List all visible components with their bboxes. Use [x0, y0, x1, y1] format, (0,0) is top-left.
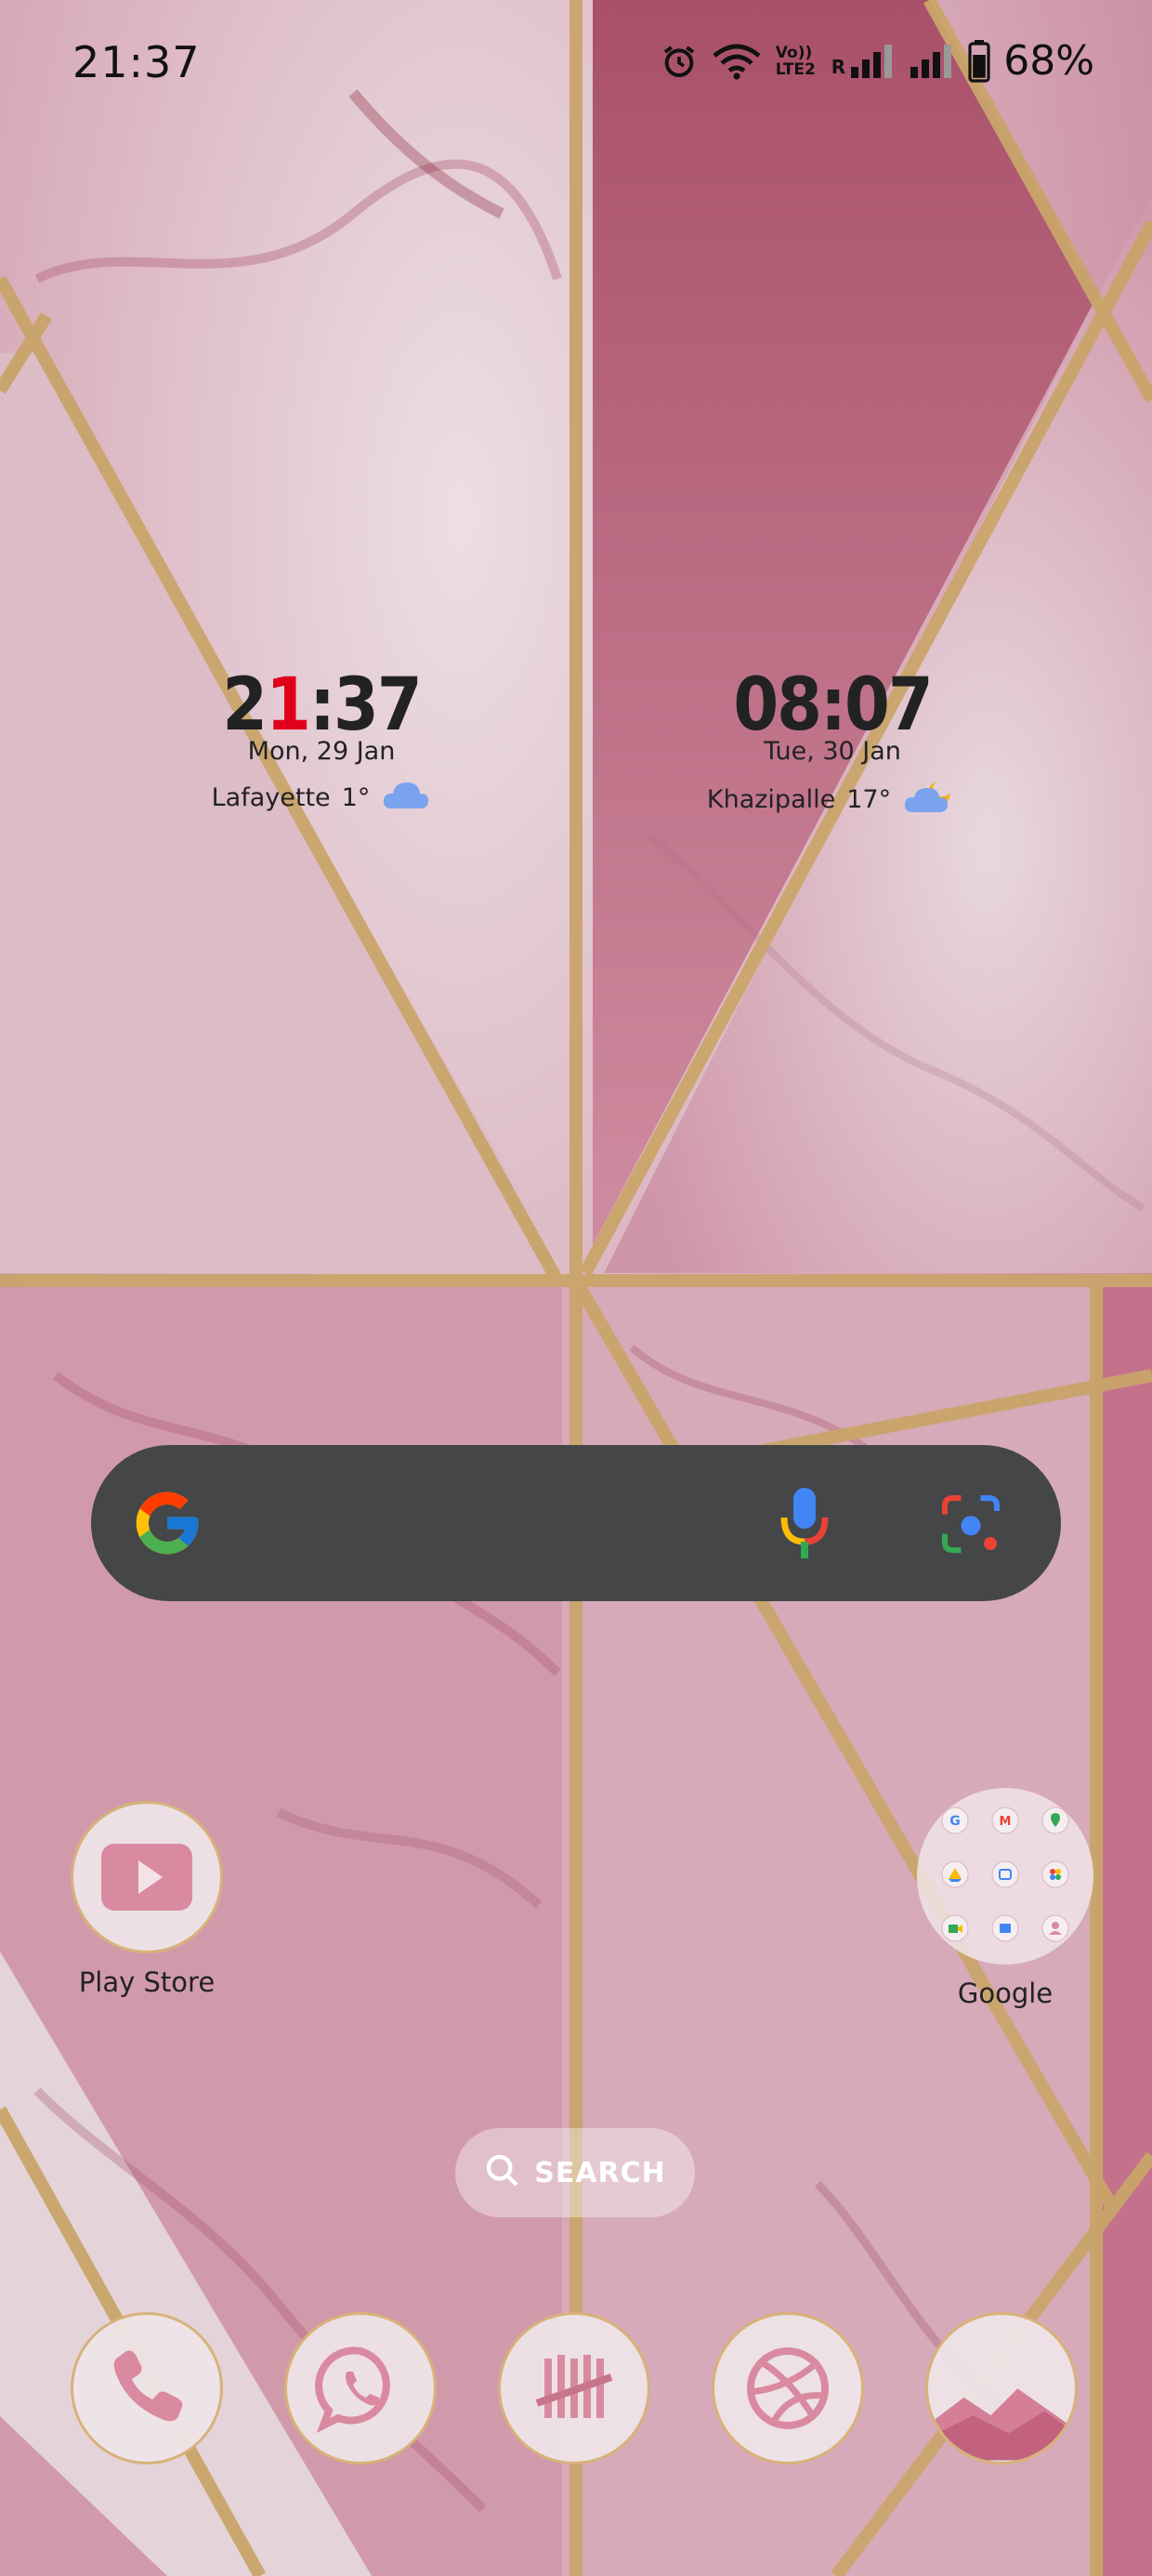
contacts-icon [1041, 1914, 1069, 1946]
app-search-label: SEARCH [534, 2156, 666, 2189]
clock-time: 08:07 [733, 664, 933, 747]
google-logo[interactable] [130, 1486, 204, 1564]
cloud-icon [381, 777, 431, 819]
google-icon: G [941, 1807, 969, 1838]
google-folder: G M [917, 1788, 1093, 1965]
tally-icon [498, 2312, 650, 2464]
gmail-icon: M [991, 1807, 1019, 1838]
dock-dribbble[interactable] [712, 2312, 864, 2464]
photos-icon [1041, 1860, 1069, 1892]
lens-icon[interactable] [938, 1492, 1003, 1560]
clock-widget-khazipalle[interactable]: 08:07 Tue, 30 Jan Khazipalle 17° [693, 669, 972, 822]
svg-text:M: M [1000, 1815, 1012, 1829]
weather-row: Khazipalle 17° [693, 777, 972, 822]
location-label: Khazipalle [706, 785, 836, 814]
status-time: 21:37 [72, 37, 201, 87]
dock-whatsapp[interactable] [284, 2312, 437, 2464]
gallery-icon [925, 2312, 1078, 2464]
app-play-store[interactable]: Play Store [54, 1801, 240, 1998]
drive-icon [941, 1860, 969, 1892]
google-search-bar[interactable] [91, 1445, 1061, 1601]
signal-icon: R [831, 44, 896, 78]
clock-time: 21:37 [222, 664, 422, 747]
roaming-label: R [831, 55, 846, 78]
battery-percent: 68% [1003, 37, 1094, 85]
meet-icon [941, 1914, 969, 1946]
app-search-button[interactable]: SEARCH [455, 2128, 695, 2217]
mic-icon[interactable] [779, 1484, 831, 1566]
news-icon [991, 1914, 1019, 1946]
signal-icon [909, 44, 955, 78]
app-label: Play Store [78, 1966, 216, 1998]
app-label: Google [957, 1978, 1054, 2009]
whatsapp-icon [284, 2312, 437, 2464]
duo-icon [991, 1860, 1019, 1892]
search-icon [484, 2152, 521, 2193]
svg-text:G: G [949, 1814, 961, 1829]
app-google-folder[interactable]: G M Google [912, 1788, 1098, 2009]
volte-icon: Vo)) LTE2 [775, 43, 816, 79]
maps-icon [1041, 1807, 1069, 1838]
temperature: 1° [341, 783, 371, 812]
dock-gallery[interactable] [925, 2312, 1078, 2464]
wifi-icon [711, 43, 763, 80]
dock-tally[interactable] [498, 2312, 650, 2464]
battery-icon [968, 39, 990, 83]
clock-widget-lafayette[interactable]: 21:37 Mon, 29 Jan Lafayette 1° [182, 669, 461, 819]
weather-row: Lafayette 1° [182, 777, 461, 819]
temperature: 17° [846, 785, 892, 814]
dribbble-icon [712, 2312, 864, 2464]
partly-cloudy-night-icon [902, 777, 958, 822]
dock-phone[interactable] [71, 2312, 223, 2464]
phone-icon [71, 2312, 223, 2464]
location-label: Lafayette [211, 783, 331, 812]
status-icons: Vo)) LTE2 R 68% [661, 37, 1094, 85]
alarm-icon [661, 43, 698, 80]
play-store-icon [71, 1801, 223, 1953]
